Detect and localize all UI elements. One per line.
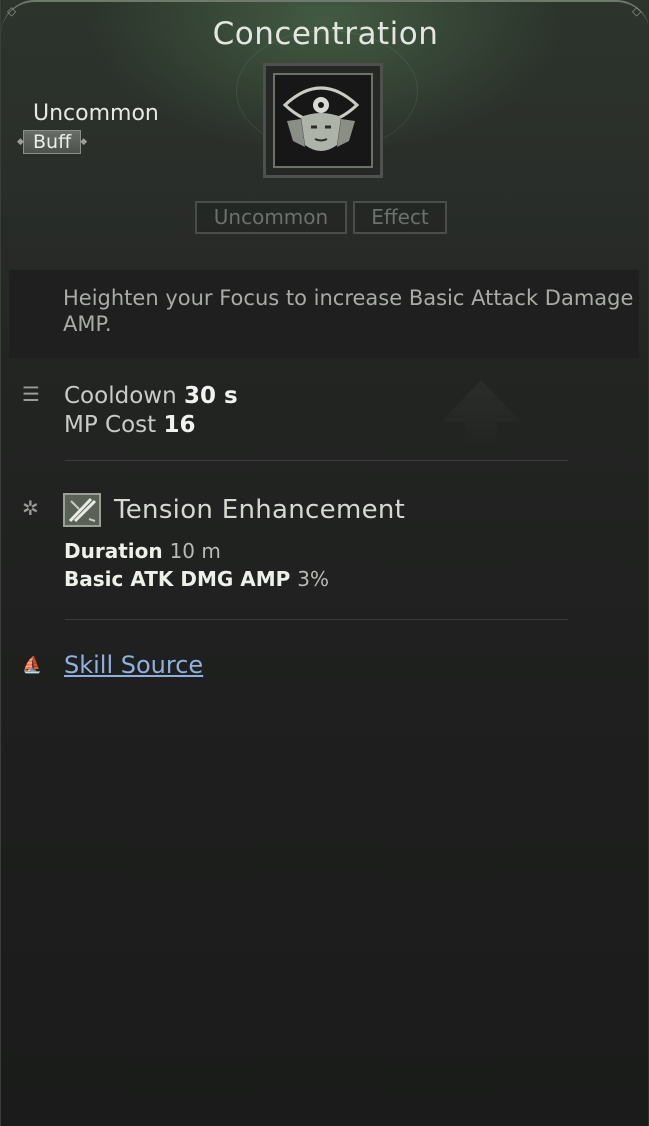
- divider: [65, 460, 568, 461]
- cooldown-row: Cooldown 30 s: [64, 383, 238, 409]
- skill-source-link[interactable]: Skill Source: [64, 651, 203, 679]
- skill-description: Heighten your Focus to increase Basic At…: [9, 270, 639, 358]
- source-icon: ⛵: [22, 655, 42, 674]
- eye-face-skill-icon: [273, 73, 373, 168]
- mp-cost-label: MP Cost: [64, 412, 157, 438]
- duration-label: Duration: [64, 539, 163, 563]
- cooldown-value: 30 s: [183, 383, 238, 409]
- crossed-swords-icon: [63, 493, 101, 527]
- corner-ornament-right: ◇: [632, 4, 642, 18]
- skill-title: Concentration: [212, 16, 439, 52]
- rarity-label: Uncommon: [33, 101, 159, 126]
- list-icon: ☰: [22, 382, 40, 406]
- background-watermark: [441, 380, 521, 450]
- duration-row: Duration 10 m: [64, 539, 221, 563]
- cooldown-label: Cooldown: [64, 383, 177, 409]
- divider: [65, 619, 568, 620]
- duration-value: 10 m: [169, 539, 221, 563]
- gear-icon: ✲: [22, 496, 39, 520]
- mp-cost-row: MP Cost 16: [64, 412, 196, 438]
- skill-tooltip-panel: ◇ ◇ Concentration Uncommon Buff Uncommon…: [0, 0, 649, 1126]
- amp-value: 3%: [297, 567, 329, 591]
- effect-name: Tension Enhancement: [114, 495, 406, 525]
- amp-label: Basic ATK DMG AMP: [64, 567, 291, 591]
- tag-effect: Effect: [353, 201, 447, 234]
- skill-icon-frame: [263, 63, 383, 178]
- skill-type-badge: Buff: [17, 130, 87, 154]
- tag-uncommon: Uncommon: [195, 201, 347, 234]
- amp-row: Basic ATK DMG AMP 3%: [64, 567, 329, 591]
- mp-cost-value: 16: [163, 412, 196, 438]
- corner-ornament-left: ◇: [7, 4, 17, 18]
